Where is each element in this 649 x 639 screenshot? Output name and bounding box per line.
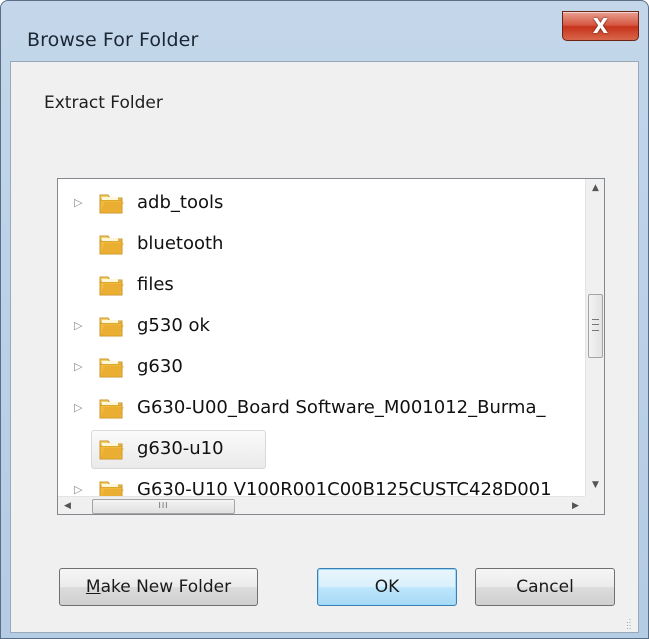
tree-item[interactable]: ▷ g630 (58, 347, 585, 388)
scroll-down-arrow-icon[interactable]: ▼ (586, 476, 604, 495)
scroll-up-arrow-icon[interactable]: ▲ (586, 179, 604, 198)
vertical-scroll-thumb[interactable] (588, 294, 603, 358)
tree-item-label: g530 ok (137, 315, 210, 336)
expand-arrow-icon (74, 235, 88, 253)
scrollbar-corner (585, 496, 604, 514)
vertical-scrollbar[interactable]: ▲ ▼ (585, 179, 604, 496)
close-button[interactable]: X (562, 11, 639, 41)
cancel-button[interactable]: Cancel (475, 568, 615, 606)
tree-item-label: g630-u10 (137, 438, 224, 459)
tree-item[interactable]: bluetooth (58, 224, 585, 265)
ok-button[interactable]: OK (317, 568, 457, 606)
expand-arrow-icon[interactable]: ▷ (74, 399, 88, 417)
tree-item[interactable]: ▷ g530 ok (58, 306, 585, 347)
expand-arrow-icon (74, 440, 88, 458)
folder-icon (99, 317, 124, 337)
folder-icon (99, 440, 124, 460)
dialog-description: Extract Folder (44, 93, 163, 113)
folder-tree[interactable]: ▷ adb_tools bluetooth files ▷ g530 ok ▷ g630 ▷ G6… (57, 178, 605, 515)
scroll-right-arrow-icon[interactable]: ▶ (566, 497, 585, 514)
scroll-left-arrow-icon[interactable]: ◀ (58, 497, 77, 514)
horizontal-scroll-thumb[interactable]: III (92, 499, 235, 514)
folder-icon (99, 194, 124, 214)
tree-item[interactable]: ▷ adb_tools (58, 183, 585, 224)
window-title: Browse For Folder (27, 29, 199, 51)
make-new-folder-label: ake New Folder (100, 577, 232, 597)
tree-item-label: bluetooth (137, 233, 224, 254)
expand-arrow-icon (74, 276, 88, 294)
expand-arrow-icon[interactable]: ▷ (74, 358, 88, 376)
expand-arrow-icon[interactable]: ▷ (74, 317, 88, 335)
folder-icon (99, 235, 124, 255)
make-new-folder-button[interactable]: Make New Folder (59, 568, 258, 606)
folder-icon (99, 358, 124, 378)
tree-item-selected[interactable]: g630-u10 (58, 429, 585, 470)
tree-item[interactable]: files (58, 265, 585, 306)
folder-icon (99, 276, 124, 296)
tree-item-label: G630-U00_Board Software_M001012_Burma_ (137, 397, 546, 418)
tree-item-label: g630 (137, 356, 183, 377)
tree-item-label: files (137, 274, 174, 295)
tree-item[interactable]: ▷ G630-U00_Board Software_M001012_Burma_ (58, 388, 585, 429)
horizontal-scrollbar[interactable]: ◀ III ▶ (58, 496, 585, 514)
expand-arrow-icon[interactable]: ▷ (74, 194, 88, 212)
accelerator-key: M (85, 577, 101, 597)
grip-icon (592, 319, 599, 331)
tree-item-label: adb_tools (137, 192, 224, 213)
resize-grip-icon[interactable]: .::: (626, 617, 638, 631)
folder-icon (99, 399, 124, 419)
close-icon: X (592, 14, 609, 38)
